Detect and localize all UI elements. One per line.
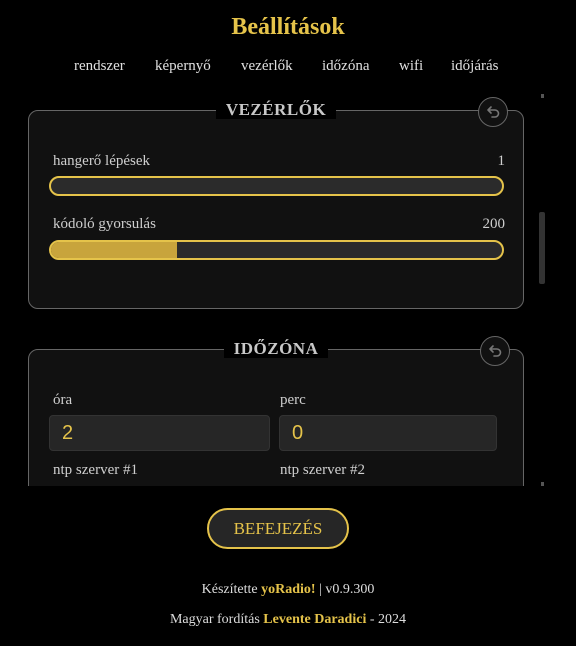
encoder-accel-value: 200	[482, 216, 506, 232]
nav-item-rendszer[interactable]: rendszer	[74, 58, 125, 75]
timezone-section: IDŐZÓNA óra perc 2 0 ntp szerver #1 ntp …	[28, 336, 524, 486]
ntp-server-1-label: ntp szerver #1	[53, 462, 138, 478]
encoder-accel-slider-fill	[51, 242, 178, 258]
done-button[interactable]: BEFEJEZÉS	[207, 508, 349, 549]
undo-icon	[487, 106, 500, 118]
version-text: | v0.9.300	[319, 582, 375, 597]
undo-icon	[489, 345, 502, 357]
timezone-section-title: IDŐZÓNA	[223, 339, 329, 358]
nav-item-wifi[interactable]: wifi	[399, 58, 423, 75]
timezone-reset-button[interactable]	[480, 336, 510, 366]
encoder-accel-slider[interactable]	[49, 240, 504, 260]
scrollbar[interactable]	[538, 94, 546, 486]
nav-item-kepernyo[interactable]: képernyő	[155, 58, 211, 75]
scrollbar-thumb[interactable]	[539, 212, 545, 284]
encoder-accel-label: kódoló gyorsulás	[53, 216, 156, 232]
controls-reset-button[interactable]	[478, 97, 508, 127]
brand-link[interactable]: yoRadio!	[261, 582, 315, 597]
volume-steps-slider[interactable]	[49, 176, 504, 196]
volume-steps-label: hangerő lépések	[53, 153, 151, 169]
nav-item-idozona[interactable]: időzóna	[322, 58, 369, 75]
volume-steps-value: 1	[497, 153, 506, 169]
hour-input[interactable]: 2	[49, 415, 270, 451]
made-by-text: Készítette	[201, 582, 258, 597]
controls-section-title: VEZÉRLŐK	[215, 100, 337, 119]
translator-link[interactable]: Levente Daradici	[263, 612, 366, 627]
minute-label: perc	[280, 392, 306, 408]
nav-item-vezerlok[interactable]: vezérlők	[241, 58, 293, 75]
settings-nav: rendszer képernyő vezérlők időzóna wifi …	[0, 58, 576, 78]
footer-credits: Készítette yoRadio! | v0.9.300	[0, 582, 576, 598]
ntp-server-2-label: ntp szerver #2	[280, 462, 365, 478]
page-title: Beállítások	[231, 14, 345, 40]
minute-input[interactable]: 0	[279, 415, 497, 451]
scrollbar-up[interactable]	[541, 94, 544, 98]
scrollbar-down[interactable]	[541, 482, 544, 486]
hour-label: óra	[53, 392, 73, 408]
settings-scroll-area[interactable]: VEZÉRLŐK hangerő lépések 1 kódoló gyorsu…	[28, 94, 547, 486]
footer-translation: Magyar fordítás Levente Daradici - 2024	[0, 612, 576, 628]
year-text: - 2024	[369, 612, 406, 627]
nav-item-idojaras[interactable]: időjárás	[451, 58, 498, 75]
controls-section: VEZÉRLŐK hangerő lépések 1 kódoló gyorsu…	[28, 97, 524, 309]
translation-text: Magyar fordítás	[169, 612, 260, 627]
